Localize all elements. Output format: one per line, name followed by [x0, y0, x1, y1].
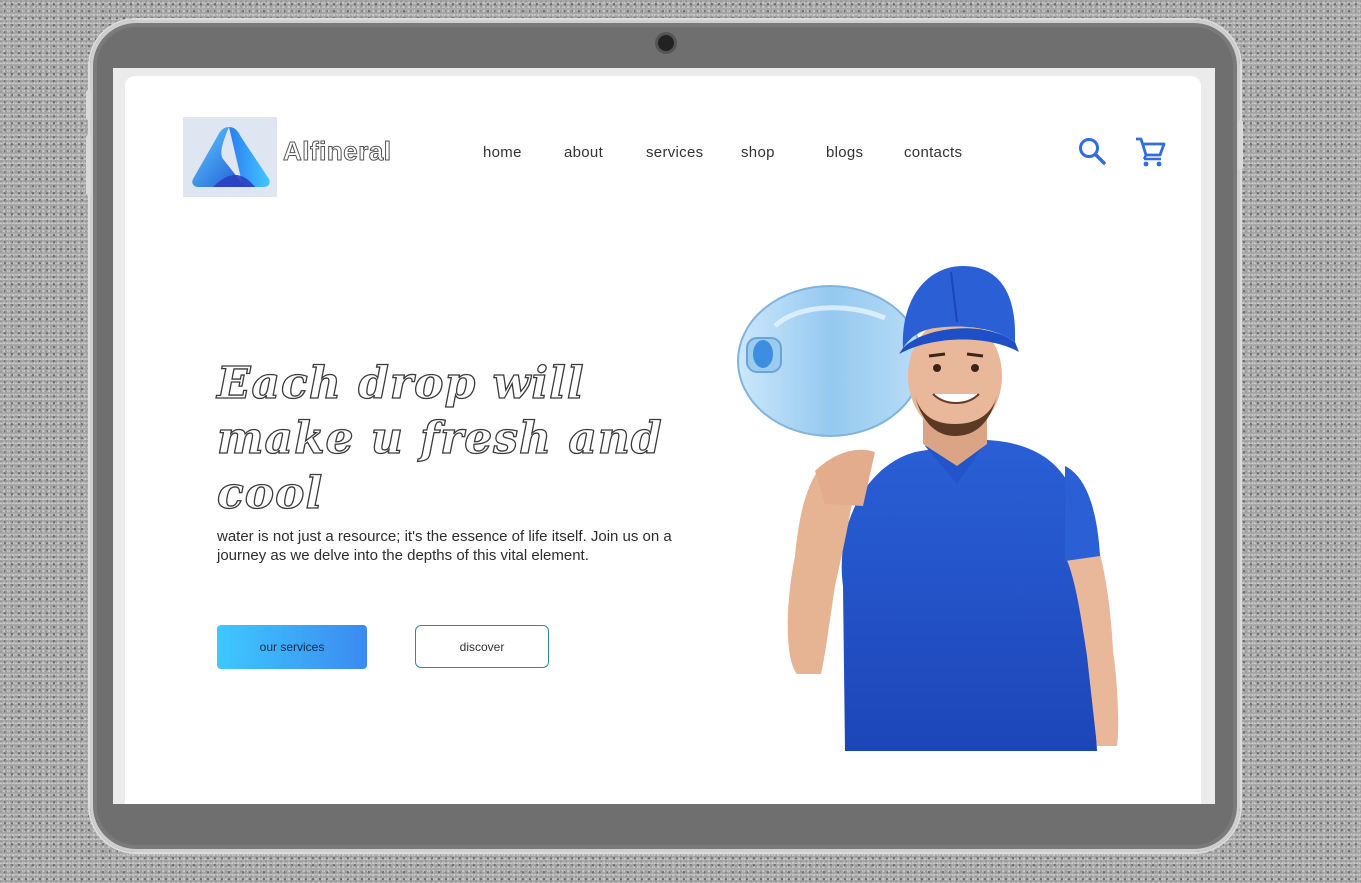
brand-name[interactable]: Alfineral [283, 136, 392, 167]
power-button [1238, 120, 1243, 170]
search-button[interactable] [1075, 134, 1109, 168]
side-button [86, 90, 91, 120]
nav-blogs[interactable]: blogs [826, 144, 863, 161]
hero-headline: Each drop will make u fresh and cool [216, 357, 663, 519]
delivery-man-image [737, 266, 1119, 751]
tablet-screen: Alfineral home about services shop blogs… [113, 68, 1215, 804]
nav-services[interactable]: services [646, 144, 703, 161]
discover-button[interactable]: discover [415, 625, 549, 668]
nav-home[interactable]: home [483, 144, 522, 161]
search-icon [1079, 138, 1106, 165]
hero-subtext: water is not just a resource; it's the e… [217, 528, 672, 564]
nav-about[interactable]: about [564, 144, 603, 161]
volume-button [86, 135, 91, 195]
nav-shop[interactable]: shop [741, 144, 775, 161]
landing-page: Alfineral home about services shop blogs… [125, 76, 1201, 804]
cart-icon [1136, 137, 1166, 167]
brand-logo[interactable] [183, 117, 277, 197]
triangle-logo-icon [192, 127, 270, 187]
cart-button[interactable] [1133, 134, 1167, 168]
our-services-button[interactable]: our services [217, 625, 367, 669]
camera-icon [658, 35, 674, 51]
nav-contacts[interactable]: contacts [904, 144, 962, 161]
